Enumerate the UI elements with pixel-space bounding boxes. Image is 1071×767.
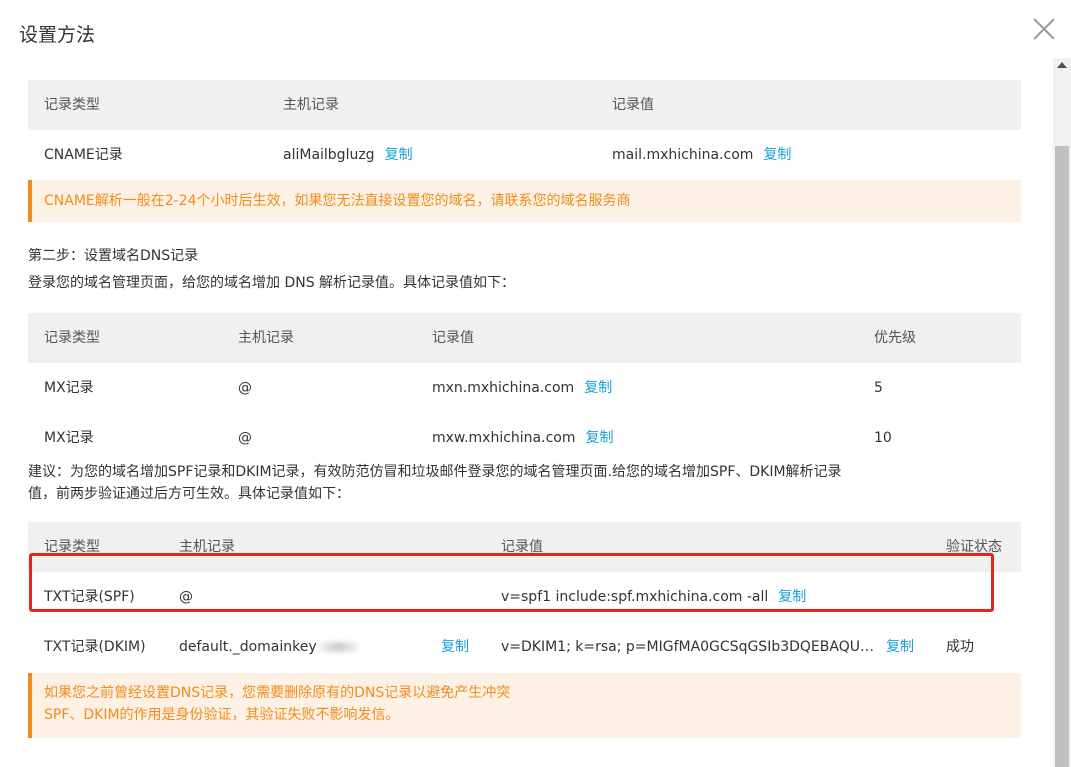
advice-line-1: 建议：为您的域名增加SPF记录和DKIM记录，有效防范仿冒和垃圾邮件登录您的域名…	[28, 464, 842, 480]
copy-host-button[interactable]: 复制	[441, 622, 469, 672]
priority-value: 5	[874, 380, 883, 396]
priority-value: 10	[874, 430, 892, 446]
table-row: MX记录 @ mxn.mxhichina.com 复制 5	[28, 363, 1021, 413]
copy-value-button[interactable]: 复制	[778, 589, 806, 605]
record-type: TXT记录(SPF)	[44, 589, 135, 605]
copy-value-button[interactable]: 复制	[584, 380, 612, 396]
value-cell: mail.mxhichina.com 复制	[612, 130, 791, 180]
record-value: v=DKIM1; k=rsa; p=MIGfMA0GCSqGSIb3DQEBAQ…	[501, 639, 874, 655]
value-cell: mxw.mxhichina.com 复制	[432, 413, 614, 463]
txt-table-header: 记录类型 主机记录 记录值 验证状态	[28, 522, 1021, 572]
record-value: v=spf1 include:spf.mxhichina.com -all	[501, 589, 769, 605]
host-cell: default._domainkey	[179, 622, 359, 672]
dialog-title: 设置方法	[19, 24, 96, 46]
record-value: mxn.mxhichina.com	[432, 380, 575, 396]
dialog-content: 记录类型 主机记录 记录值 CNAME记录 aliMailbgluzg 复制 ma…	[0, 64, 1053, 767]
copy-host-button[interactable]: 复制	[385, 147, 413, 163]
host-cell: aliMailbgluzg 复制	[283, 130, 413, 180]
host-value: @	[238, 430, 252, 446]
table-row: TXT记录(DKIM) default._domainkey 复制 v=DKIM…	[28, 622, 1021, 672]
record-type: MX记录	[44, 430, 94, 446]
record-type: CNAME记录	[44, 147, 123, 163]
dns-notice-line-2: SPF、DKIM的作用是身份验证，其验证失败不影响发信。	[44, 707, 400, 723]
status-badge: 成功	[946, 639, 974, 655]
scrollbar-thumb[interactable]	[1055, 146, 1069, 767]
table-row: MX记录 @ mxw.mxhichina.com 复制 10	[28, 413, 1021, 463]
copy-value-button[interactable]: 复制	[763, 147, 791, 163]
table-row: TXT记录(SPF) @ v=spf1 include:spf.mxhichin…	[28, 572, 1021, 622]
host-value: aliMailbgluzg	[283, 147, 375, 163]
redacted-text	[318, 642, 359, 652]
host-value: @	[179, 589, 193, 605]
header-host: 主机记录	[283, 97, 339, 113]
header-record-type: 记录类型	[44, 97, 100, 113]
record-value: mxw.mxhichina.com	[432, 430, 576, 446]
host-value: @	[238, 380, 252, 396]
scrollbar[interactable]	[1053, 58, 1071, 767]
step2-description: 登录您的域名管理页面，给您的域名增加 DNS 解析记录值。具体记录值如下：	[28, 275, 516, 291]
close-icon[interactable]	[1033, 18, 1055, 40]
header-record-type: 记录类型	[44, 539, 100, 555]
header-host: 主机记录	[238, 330, 294, 346]
header-host: 主机记录	[179, 539, 235, 555]
record-type: TXT记录(DKIM)	[44, 639, 146, 655]
header-priority: 优先级	[874, 330, 916, 346]
value-cell: mxn.mxhichina.com 复制	[432, 363, 612, 413]
copy-value-button[interactable]: 复制	[586, 430, 614, 446]
copy-value-button[interactable]: 复制	[886, 622, 914, 672]
header-value: 记录值	[501, 539, 543, 555]
header-record-type: 记录类型	[44, 330, 100, 346]
host-value: default._domainkey	[179, 639, 317, 655]
cname-notice-text: CNAME解析一般在2-24个小时后生效，如果您无法直接设置您的域名，请联系您的…	[44, 193, 631, 209]
record-type: MX记录	[44, 380, 94, 396]
dns-notice: 如果您之前曾经设置DNS记录，您需要删除原有的DNS记录以避免产生冲突 SPF、…	[28, 673, 1021, 738]
header-status: 验证状态	[946, 539, 1002, 555]
record-value: mail.mxhichina.com	[612, 147, 754, 163]
step2-title: 第二步：设置域名DNS记录	[28, 248, 199, 264]
cname-table-header: 记录类型 主机记录 记录值	[28, 80, 1021, 130]
mx-table-header: 记录类型 主机记录 记录值 优先级	[28, 313, 1021, 363]
header-value: 记录值	[612, 97, 654, 113]
dialog-header: 设置方法	[0, 0, 1071, 64]
dns-notice-line-1: 如果您之前曾经设置DNS记录，您需要删除原有的DNS记录以避免产生冲突	[44, 685, 511, 701]
table-row: CNAME记录 aliMailbgluzg 复制 mail.mxhichina.c…	[28, 130, 1021, 180]
advice-line-2: 值，前两步验证通过后方可生效。具体记录值如下：	[28, 486, 350, 502]
header-value: 记录值	[432, 330, 474, 346]
cname-notice: CNAME解析一般在2-24个小时后生效，如果您无法直接设置您的域名，请联系您的…	[28, 180, 1021, 222]
value-cell: v=spf1 include:spf.mxhichina.com -all 复制	[501, 572, 806, 622]
scroll-up-arrow-icon[interactable]	[1057, 62, 1067, 68]
